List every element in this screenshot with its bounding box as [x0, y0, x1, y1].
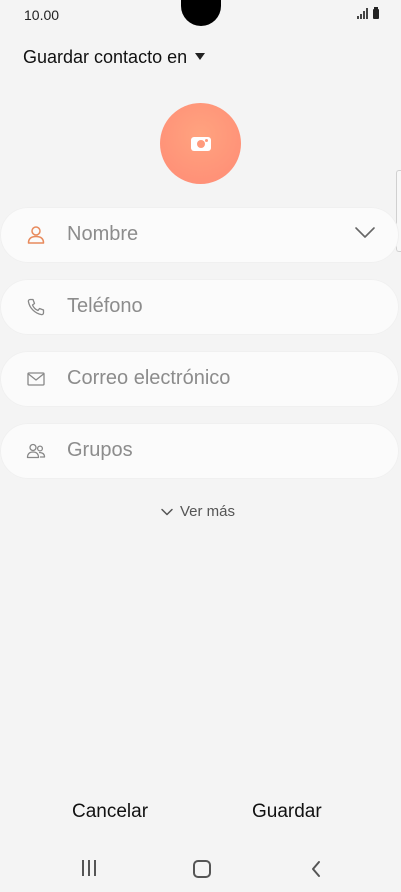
- group-icon: [26, 443, 46, 459]
- recents-icon[interactable]: [82, 860, 96, 876]
- navigation-bar: [0, 846, 401, 892]
- name-field-placeholder: Nombre: [67, 223, 139, 245]
- cancel-button[interactable]: Cancelar: [72, 801, 148, 823]
- email-field-placeholder: Correo electrónico: [67, 367, 231, 389]
- phone-icon: [27, 298, 45, 316]
- person-icon: [27, 226, 45, 244]
- camera-notch: [181, 0, 221, 26]
- camera-icon: [190, 136, 211, 151]
- chevron-down-icon[interactable]: [353, 223, 377, 243]
- envelope-icon: [27, 372, 45, 386]
- show-more-button[interactable]: Ver más: [160, 503, 235, 520]
- add-photo-button[interactable]: [160, 103, 241, 184]
- phone-field[interactable]: Teléfono: [0, 279, 399, 335]
- groups-field[interactable]: Grupos: [0, 423, 399, 479]
- save-location-label: Guardar contacto en: [23, 47, 188, 67]
- back-icon[interactable]: [310, 860, 322, 878]
- name-field[interactable]: Nombre: [0, 207, 399, 263]
- show-more-label: Ver más: [180, 503, 236, 520]
- save-button[interactable]: Guardar: [252, 801, 322, 823]
- email-field[interactable]: Correo electrónico: [0, 351, 399, 407]
- signal-icon: [357, 8, 368, 19]
- battery-icon: [373, 7, 379, 19]
- status-icons: [357, 7, 379, 19]
- caret-down-icon: [195, 53, 206, 60]
- phone-field-placeholder: Teléfono: [67, 295, 143, 317]
- home-icon[interactable]: [193, 860, 211, 878]
- status-bar: 10.00: [0, 0, 401, 30]
- groups-field-placeholder: Grupos: [67, 439, 133, 461]
- status-time: 10.00: [24, 7, 60, 23]
- save-location-dropdown[interactable]: Guardar contacto en: [23, 47, 206, 68]
- chevron-down-icon: [161, 508, 173, 515]
